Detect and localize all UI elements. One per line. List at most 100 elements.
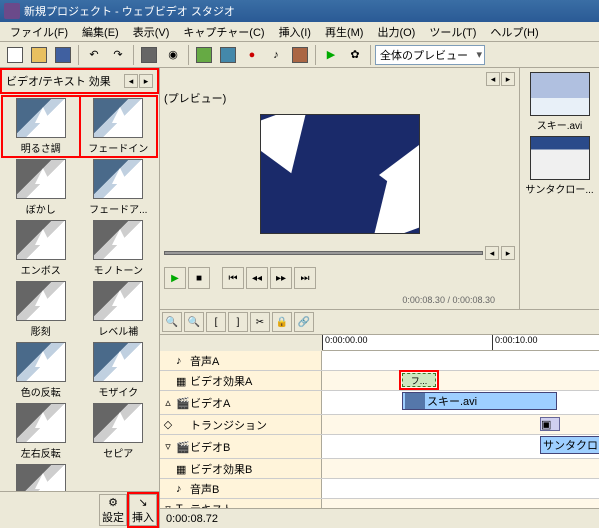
menu-view[interactable]: 表示(V) bbox=[127, 22, 176, 42]
preview-mode-label: 全体のプレビュー bbox=[380, 47, 468, 63]
play-tool-button[interactable]: ▶ bbox=[320, 44, 342, 66]
panel-next-button[interactable]: ▸ bbox=[501, 72, 515, 86]
settings-button[interactable]: ⚙設定 bbox=[99, 494, 127, 526]
effects-next-button[interactable]: ▸ bbox=[139, 74, 153, 88]
menu-capture[interactable]: キャプチャー(C) bbox=[177, 22, 270, 42]
ruler-mark: 0:00:00.00 bbox=[322, 335, 368, 350]
timeline: 🔍 🔍 [ ] ✂ 🔒 🔗 0:00:00.000:00:10.000:00:2… bbox=[160, 310, 599, 528]
scrub-back-button[interactable]: ◂ bbox=[485, 246, 499, 260]
timeline-clip[interactable]: サンタクロース.avi bbox=[540, 436, 599, 454]
effect-thumb bbox=[16, 403, 66, 443]
image-button[interactable] bbox=[193, 44, 215, 66]
preview-panel: ◂▸ (プレビュー) ◂▸ ▶ ■ ⏮ ◂◂ ▸▸ ⏭ 0:00:08.30 /… bbox=[160, 68, 519, 309]
last-frame-button[interactable]: ⏭ bbox=[294, 267, 316, 289]
stop-button[interactable]: ■ bbox=[188, 267, 210, 289]
effect-thumb bbox=[16, 98, 66, 138]
mark-out-button[interactable]: ] bbox=[228, 312, 248, 332]
insert-button[interactable]: ↘挿入 bbox=[129, 494, 157, 526]
effect-item[interactable]: 左右反転 bbox=[4, 403, 78, 460]
effect-item[interactable]: レベル補 bbox=[82, 281, 156, 338]
toolbar: ↶ ↷ ◉ ● ♪ ▶ ✿ 全体のプレビュー bbox=[0, 42, 599, 68]
menu-help[interactable]: ヘルプ(H) bbox=[484, 22, 544, 42]
vfx-icon: ▦ bbox=[176, 463, 188, 475]
audio-button[interactable]: ♪ bbox=[265, 44, 287, 66]
effect-item[interactable]: フェードア... bbox=[82, 159, 156, 216]
effect-thumb bbox=[16, 342, 66, 382]
menu-tools[interactable]: ツール(T) bbox=[423, 22, 482, 42]
video-icon: 🎬 bbox=[176, 397, 188, 409]
preview-image bbox=[260, 114, 420, 234]
time-ruler[interactable]: 0:00:00.000:00:10.000:00:20.00 bbox=[322, 335, 599, 351]
effects-prev-button[interactable]: ◂ bbox=[124, 74, 138, 88]
effect-item[interactable]: エンボス bbox=[4, 220, 78, 277]
timeline-clip[interactable]: スキー.avi bbox=[402, 392, 557, 410]
effect-item[interactable]: モザイク bbox=[82, 342, 156, 399]
record-button[interactable]: ● bbox=[241, 44, 263, 66]
scrub-bar[interactable]: ◂▸ bbox=[164, 245, 515, 261]
preview-mode-select[interactable]: 全体のプレビュー bbox=[375, 45, 485, 65]
app-icon bbox=[4, 3, 20, 19]
effect-item[interactable]: 色の反転 bbox=[4, 342, 78, 399]
effect-thumb bbox=[16, 464, 66, 491]
menu-insert[interactable]: 挿入(I) bbox=[273, 22, 317, 42]
output-button[interactable]: ✿ bbox=[344, 44, 366, 66]
audio-icon: ♪ bbox=[176, 483, 188, 495]
effect-thumb bbox=[93, 159, 143, 199]
undo-icon: ↶ bbox=[89, 48, 98, 61]
transition-clip[interactable]: ▣ bbox=[540, 417, 560, 431]
mark-in-button[interactable]: [ bbox=[206, 312, 226, 332]
effect-item[interactable]: X 線 bbox=[4, 464, 78, 491]
menu-file[interactable]: ファイル(F) bbox=[4, 22, 74, 42]
clip-item[interactable]: サンタクロー... bbox=[524, 136, 595, 196]
prev-frame-button[interactable]: ◂◂ bbox=[246, 267, 268, 289]
audio-icon: ♪ bbox=[176, 355, 188, 367]
zoom-out-button[interactable]: 🔍 bbox=[184, 312, 204, 332]
video-button[interactable] bbox=[217, 44, 239, 66]
camera-button[interactable] bbox=[138, 44, 160, 66]
preview-label: (プレビュー) bbox=[164, 88, 515, 108]
output-icon: ✿ bbox=[350, 48, 359, 61]
effect-item[interactable]: セピア bbox=[82, 403, 156, 460]
menu-bar: ファイル(F) 編集(E) 表示(V) キャプチャー(C) 挿入(I) 再生(M… bbox=[0, 22, 599, 42]
play-button[interactable]: ▶ bbox=[164, 267, 186, 289]
effect-thumb bbox=[93, 403, 143, 443]
effects-title: ビデオ/テキスト 効果 bbox=[6, 73, 111, 89]
scrub-fwd-button[interactable]: ▸ bbox=[501, 246, 515, 260]
effect-item[interactable]: モノトーン bbox=[82, 220, 156, 277]
video-icon: 🎬 bbox=[176, 441, 188, 453]
title-bar: 新規プロジェクト - ウェブビデオ スタジオ bbox=[0, 0, 599, 22]
collapse-icon[interactable]: ▵ bbox=[162, 396, 174, 409]
expand-icon[interactable]: ◇ bbox=[162, 418, 174, 431]
menu-edit[interactable]: 編集(E) bbox=[76, 22, 125, 42]
lock-button[interactable]: 🔒 bbox=[272, 312, 292, 332]
effect-item[interactable]: ぼかし bbox=[4, 159, 78, 216]
window-title: 新規プロジェクト - ウェブビデオ スタジオ bbox=[24, 3, 235, 19]
first-frame-button[interactable]: ⏮ bbox=[222, 267, 244, 289]
link-button[interactable]: 🔗 bbox=[294, 312, 314, 332]
effect-thumb bbox=[16, 159, 66, 199]
clip-item[interactable]: スキー.avi bbox=[524, 72, 595, 132]
next-frame-button[interactable]: ▸▸ bbox=[270, 267, 292, 289]
effect-item[interactable]: 明るさ調 bbox=[4, 98, 78, 155]
menu-output[interactable]: 出力(O) bbox=[371, 22, 421, 42]
new-button[interactable] bbox=[4, 44, 26, 66]
collapse-icon[interactable]: ▿ bbox=[162, 440, 174, 453]
panel-prev-button[interactable]: ◂ bbox=[486, 72, 500, 86]
effect-item[interactable]: フェードイン bbox=[82, 98, 156, 155]
text-button[interactable] bbox=[289, 44, 311, 66]
open-button[interactable] bbox=[28, 44, 50, 66]
menu-play[interactable]: 再生(M) bbox=[319, 22, 370, 42]
status-bar: 0:00:08.72 bbox=[160, 508, 599, 528]
zoom-in-button[interactable]: 🔍 bbox=[162, 312, 182, 332]
cut-button[interactable]: ✂ bbox=[250, 312, 270, 332]
undo-button[interactable]: ↶ bbox=[83, 44, 105, 66]
effect-item[interactable]: 彫刻 bbox=[4, 281, 78, 338]
preview-canvas bbox=[164, 108, 515, 239]
effect-clip[interactable]: フ... bbox=[402, 373, 436, 387]
vfx-icon: ▦ bbox=[176, 375, 188, 387]
save-button[interactable] bbox=[52, 44, 74, 66]
redo-button[interactable]: ↷ bbox=[107, 44, 129, 66]
effects-header: ビデオ/テキスト 効果 ◂▸ bbox=[0, 68, 159, 94]
cd-button[interactable]: ◉ bbox=[162, 44, 184, 66]
redo-icon: ↷ bbox=[113, 48, 122, 61]
